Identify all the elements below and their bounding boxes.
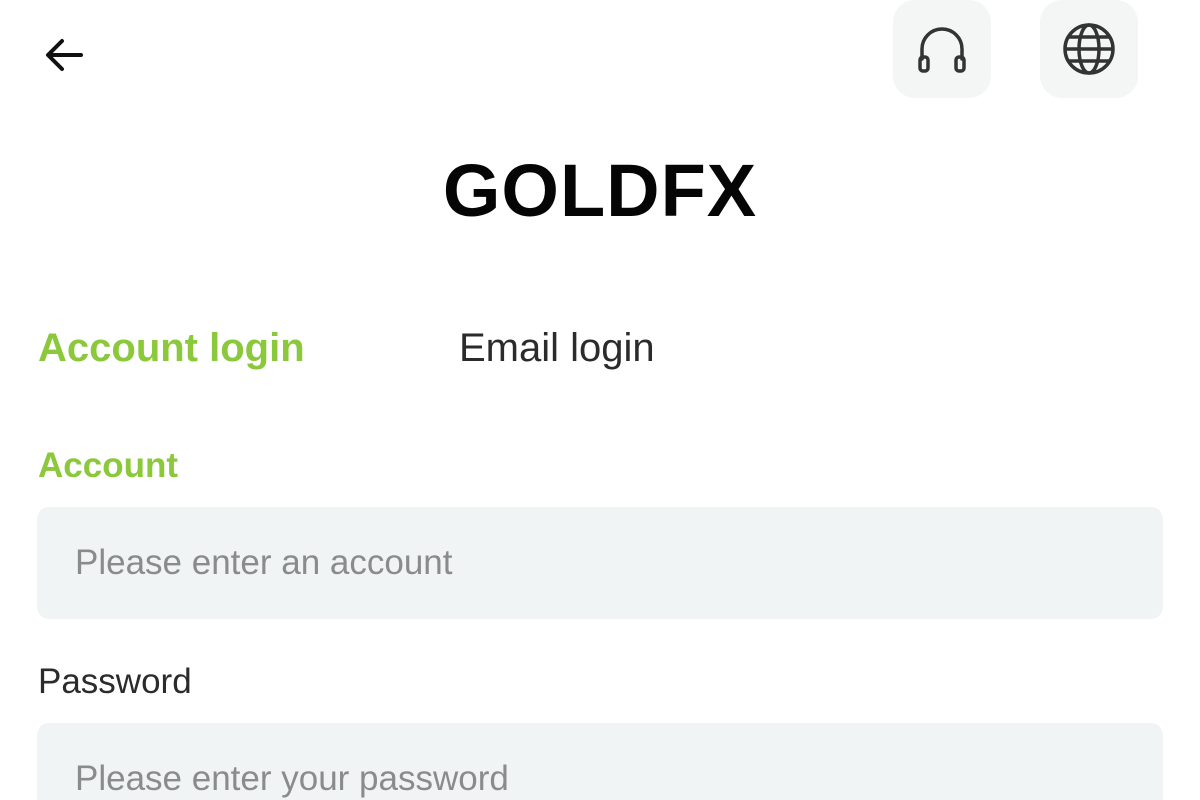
tab-email-login[interactable]: Email login <box>459 320 655 376</box>
password-label: Password <box>38 662 192 701</box>
password-field-container <box>37 723 1163 800</box>
account-field-container <box>37 507 1163 619</box>
brand-logo: GOLDFX <box>442 149 758 232</box>
language-button[interactable] <box>1040 0 1138 98</box>
arrow-left-icon <box>46 39 83 71</box>
globe-icon <box>1063 23 1115 75</box>
headset-icon <box>918 27 966 73</box>
customer-support-button[interactable] <box>893 0 991 98</box>
password-input[interactable] <box>37 723 1163 800</box>
account-input[interactable] <box>37 507 1163 619</box>
login-page: GOLDFX Account login Email login Account… <box>0 0 1200 800</box>
back-button[interactable] <box>36 30 92 80</box>
tab-account-login[interactable]: Account login <box>38 320 305 376</box>
account-label: Account <box>38 446 178 485</box>
